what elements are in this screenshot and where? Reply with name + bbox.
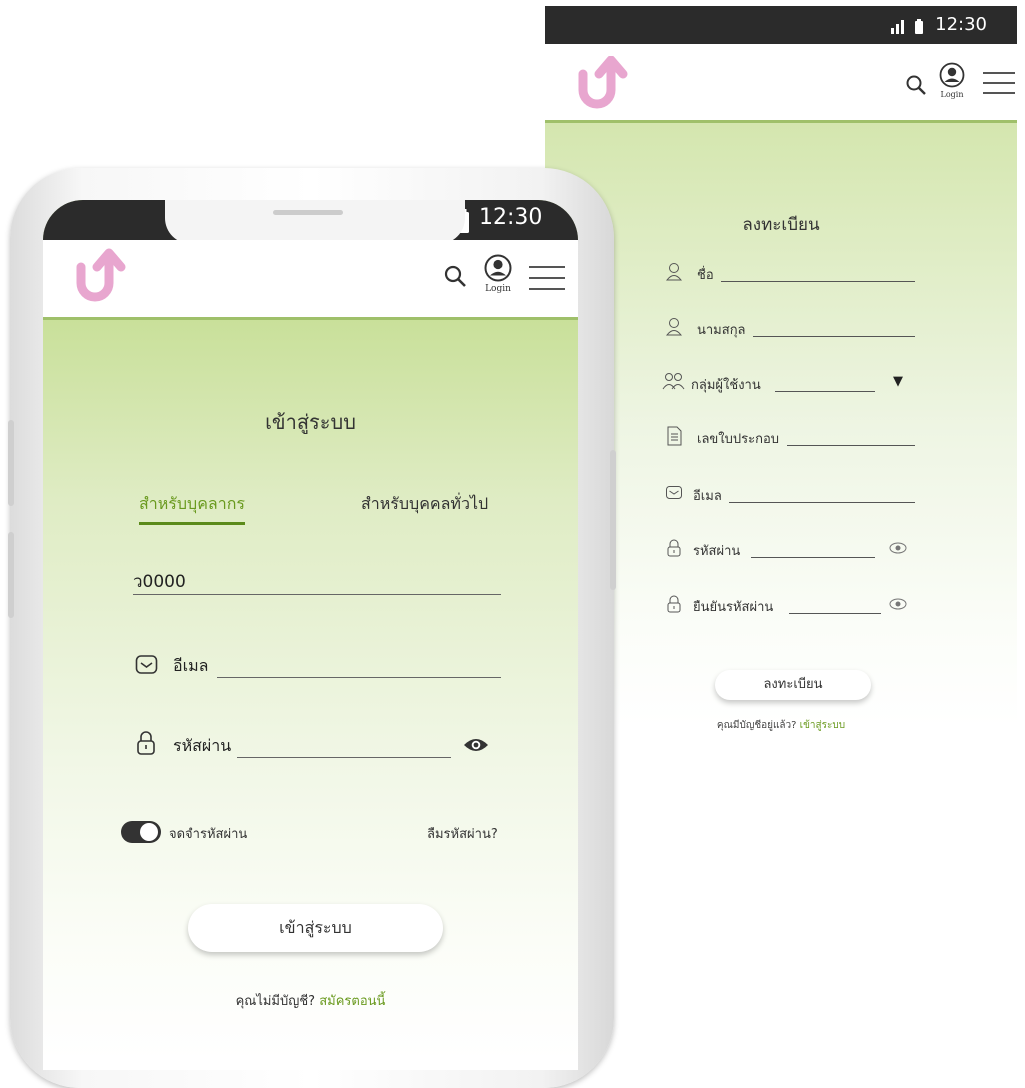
app-header: Login: [545, 44, 1017, 123]
user-icon: [665, 263, 683, 281]
user-icon: [665, 318, 683, 336]
signal-battery-icon: [891, 19, 923, 34]
app-logo[interactable]: [575, 56, 631, 112]
user-icon: [484, 254, 512, 282]
last-name-label: นามสกุล: [697, 323, 746, 338]
eye-icon[interactable]: [463, 736, 489, 754]
search-icon[interactable]: [905, 74, 927, 96]
remember-label: จดจำรหัสผ่าน: [169, 827, 248, 842]
toggle-switch[interactable]: [121, 821, 161, 843]
login-prompt: คุณมีบัญชีอยู่แล้ว? เข้าสู่ระบบ: [545, 718, 1017, 733]
login-button[interactable]: Login: [481, 254, 515, 304]
user-icon: [939, 62, 965, 88]
signup-prompt: คุณไม่มีบัญชี? สมัครตอนนี้: [43, 990, 578, 1011]
email-field[interactable]: อีเมล: [665, 483, 915, 507]
app-logo[interactable]: [73, 248, 129, 306]
password-field[interactable]: รหัสผ่าน: [665, 538, 915, 562]
status-time: 12:30: [479, 205, 543, 230]
license-number-field[interactable]: เลขใบประกอบ: [665, 426, 915, 450]
lock-icon: [667, 539, 681, 557]
login-label: Login: [485, 284, 511, 294]
volume-down-button: [8, 532, 14, 618]
email-label: อีเมล: [173, 656, 209, 675]
forgot-password-link[interactable]: ลืมรหัสผ่าน?: [427, 823, 498, 844]
menu-icon[interactable]: [983, 72, 1015, 94]
remember-toggle[interactable]: จดจำรหัสผ่าน: [121, 820, 281, 844]
login-prompt-text: คุณมีบัญชีอยู่แล้ว?: [716, 720, 797, 731]
mail-icon: [666, 486, 682, 499]
user-group-select[interactable]: กลุ่มผู้ใช้งาน ▼: [662, 372, 915, 396]
last-name-field[interactable]: นามสกุล: [665, 317, 915, 341]
login-submit-button[interactable]: เข้าสู่ระบบ: [188, 904, 443, 952]
power-button: [610, 450, 616, 590]
status-time: 12:30: [935, 14, 987, 35]
login-label: Login: [940, 90, 964, 99]
login-screen: 12:30 Login เข้าสู่ระบบ สำหรับบุคลากร สำ…: [43, 200, 578, 1070]
email-label: อีเมล: [693, 489, 722, 504]
group-icon: [662, 373, 685, 390]
eye-icon[interactable]: [889, 542, 907, 554]
search-icon[interactable]: [443, 264, 467, 288]
phone-notch: [165, 200, 465, 244]
register-button[interactable]: ลงทะเบียน: [715, 670, 871, 700]
signup-prompt-text: คุณไม่มีบัญชี?: [235, 994, 316, 1009]
lock-icon: [667, 595, 681, 613]
app-header: Login: [43, 240, 578, 320]
login-button[interactable]: Login: [937, 62, 967, 108]
lock-icon: [137, 731, 155, 755]
tab-general-public[interactable]: สำหรับบุคคลทั่วไป: [361, 492, 488, 517]
volume-up-button: [8, 420, 14, 506]
staff-id-value: ว0000: [133, 572, 186, 592]
register-title: ลงทะเบียน: [742, 215, 820, 235]
password-field[interactable]: รหัสผ่าน: [133, 730, 513, 762]
confirm-password-field[interactable]: ยืนยันรหัสผ่าน: [665, 594, 915, 618]
first-name-field[interactable]: ชื่อ: [665, 262, 915, 286]
first-name-label: ชื่อ: [697, 268, 714, 283]
user-group-label: กลุ่มผู้ใช้งาน: [691, 378, 761, 393]
tab-staff[interactable]: สำหรับบุคลากร: [139, 492, 245, 525]
document-icon: [667, 426, 682, 446]
signup-link[interactable]: สมัครตอนนี้: [319, 994, 385, 1009]
login-title: เข้าสู่ระบบ: [265, 410, 356, 434]
password-label: รหัสผ่าน: [173, 736, 232, 755]
license-number-label: เลขใบประกอบ: [697, 432, 780, 447]
menu-icon[interactable]: [529, 266, 565, 290]
status-bar: 12:30: [545, 6, 1017, 44]
chevron-down-icon[interactable]: ▼: [893, 374, 903, 389]
email-field[interactable]: อีเมล: [133, 652, 503, 682]
eye-icon[interactable]: [889, 598, 907, 610]
confirm-password-label: ยืนยันรหัสผ่าน: [693, 600, 774, 615]
staff-id-input[interactable]: ว0000: [133, 568, 501, 595]
mail-icon: [135, 655, 158, 674]
password-label: รหัสผ่าน: [693, 544, 741, 559]
login-link[interactable]: เข้าสู่ระบบ: [800, 720, 845, 731]
